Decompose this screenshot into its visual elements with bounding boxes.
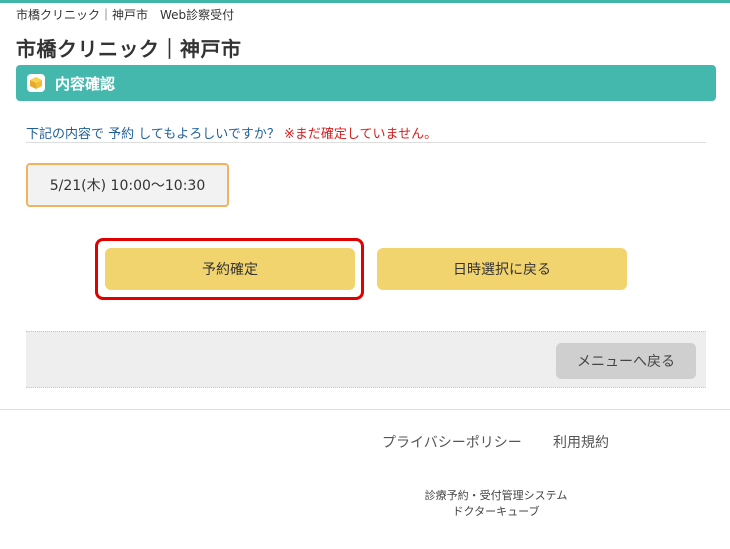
section-title: 内容確認 — [55, 74, 116, 93]
selected-slot: 5/21(木) 10:00～10:30 — [26, 163, 229, 207]
back-to-date-selection-button[interactable]: 日時選択に戻る — [377, 248, 627, 290]
cube-icon — [27, 74, 45, 92]
breadcrumb: 市橋クリニック｜神戸市 Web診察受付 — [16, 8, 235, 22]
confirm-reservation-button[interactable]: 予約確定 — [105, 248, 355, 290]
section-header-bar: 内容確認 — [16, 65, 716, 101]
system-name: 診療予約・受付管理システム — [424, 489, 568, 502]
not-confirmed-warning: ※まだ確定していません。 — [283, 127, 438, 142]
page-title: 市橋クリニック｜神戸市 — [16, 37, 242, 61]
divider — [26, 142, 706, 143]
back-to-menu-button[interactable]: メニューへ戻る — [556, 343, 696, 379]
terms-of-use-link[interactable]: 利用規約 — [553, 432, 609, 452]
confirmation-question: 下記の内容で 予約 してもよろしいですか？ — [26, 127, 280, 142]
system-brand: ドクターキューブ — [452, 505, 540, 518]
confirmation-message: 下記の内容で 予約 してもよろしいですか？ ※まだ確定していません。 — [26, 123, 437, 142]
top-accent-rule — [0, 0, 730, 3]
privacy-policy-link[interactable]: プライバシーポリシー — [382, 432, 522, 452]
footer-divider — [0, 409, 730, 410]
menu-bar: メニューへ戻る — [26, 331, 706, 388]
